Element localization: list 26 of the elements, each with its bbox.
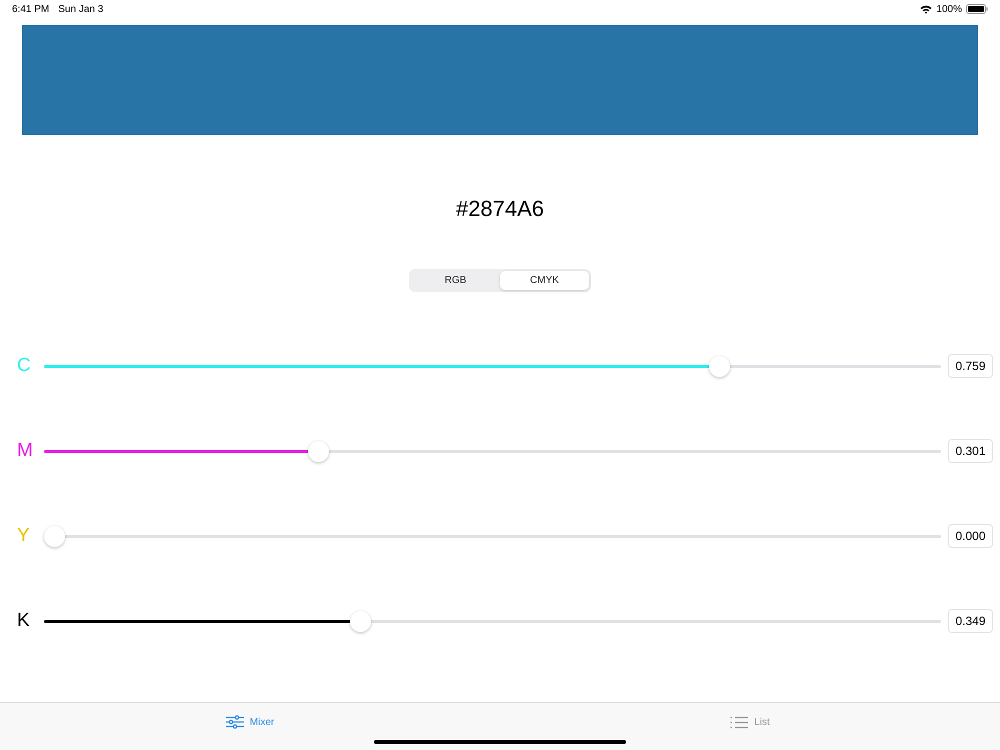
value-field: 0.000: [948, 524, 993, 548]
status-date: Sun Jan 3: [58, 4, 104, 14]
sliders-icon: [226, 715, 244, 729]
channel-label: Y: [17, 525, 31, 547]
segment-tab[interactable]: RGB: [411, 271, 500, 290]
slider[interactable]: [44, 526, 941, 546]
segment-tab[interactable]: CMYK: [500, 271, 589, 290]
channel-label: M: [17, 440, 34, 462]
slider-thumb[interactable]: [708, 356, 730, 376]
slider[interactable]: [44, 356, 941, 376]
value-field: 0.759: [948, 354, 993, 378]
hex-code: #2874A6: [454, 196, 546, 222]
channel-label: K: [17, 610, 31, 632]
slider[interactable]: [44, 440, 941, 462]
wifi-icon: [920, 4, 932, 14]
battery-percent: 100%: [936, 4, 962, 14]
channel-label: C: [17, 355, 32, 377]
battery-icon: [966, 4, 988, 14]
slider-thumb[interactable]: [44, 526, 65, 546]
list-icon: [730, 716, 748, 728]
value-field: 0.301: [948, 439, 993, 463]
slider-thumb[interactable]: [350, 610, 371, 632]
status-time: 6:41 PM: [12, 4, 50, 14]
slider[interactable]: [44, 610, 941, 632]
slider-thumb[interactable]: [308, 440, 329, 462]
value-field: 0.349: [948, 609, 993, 633]
